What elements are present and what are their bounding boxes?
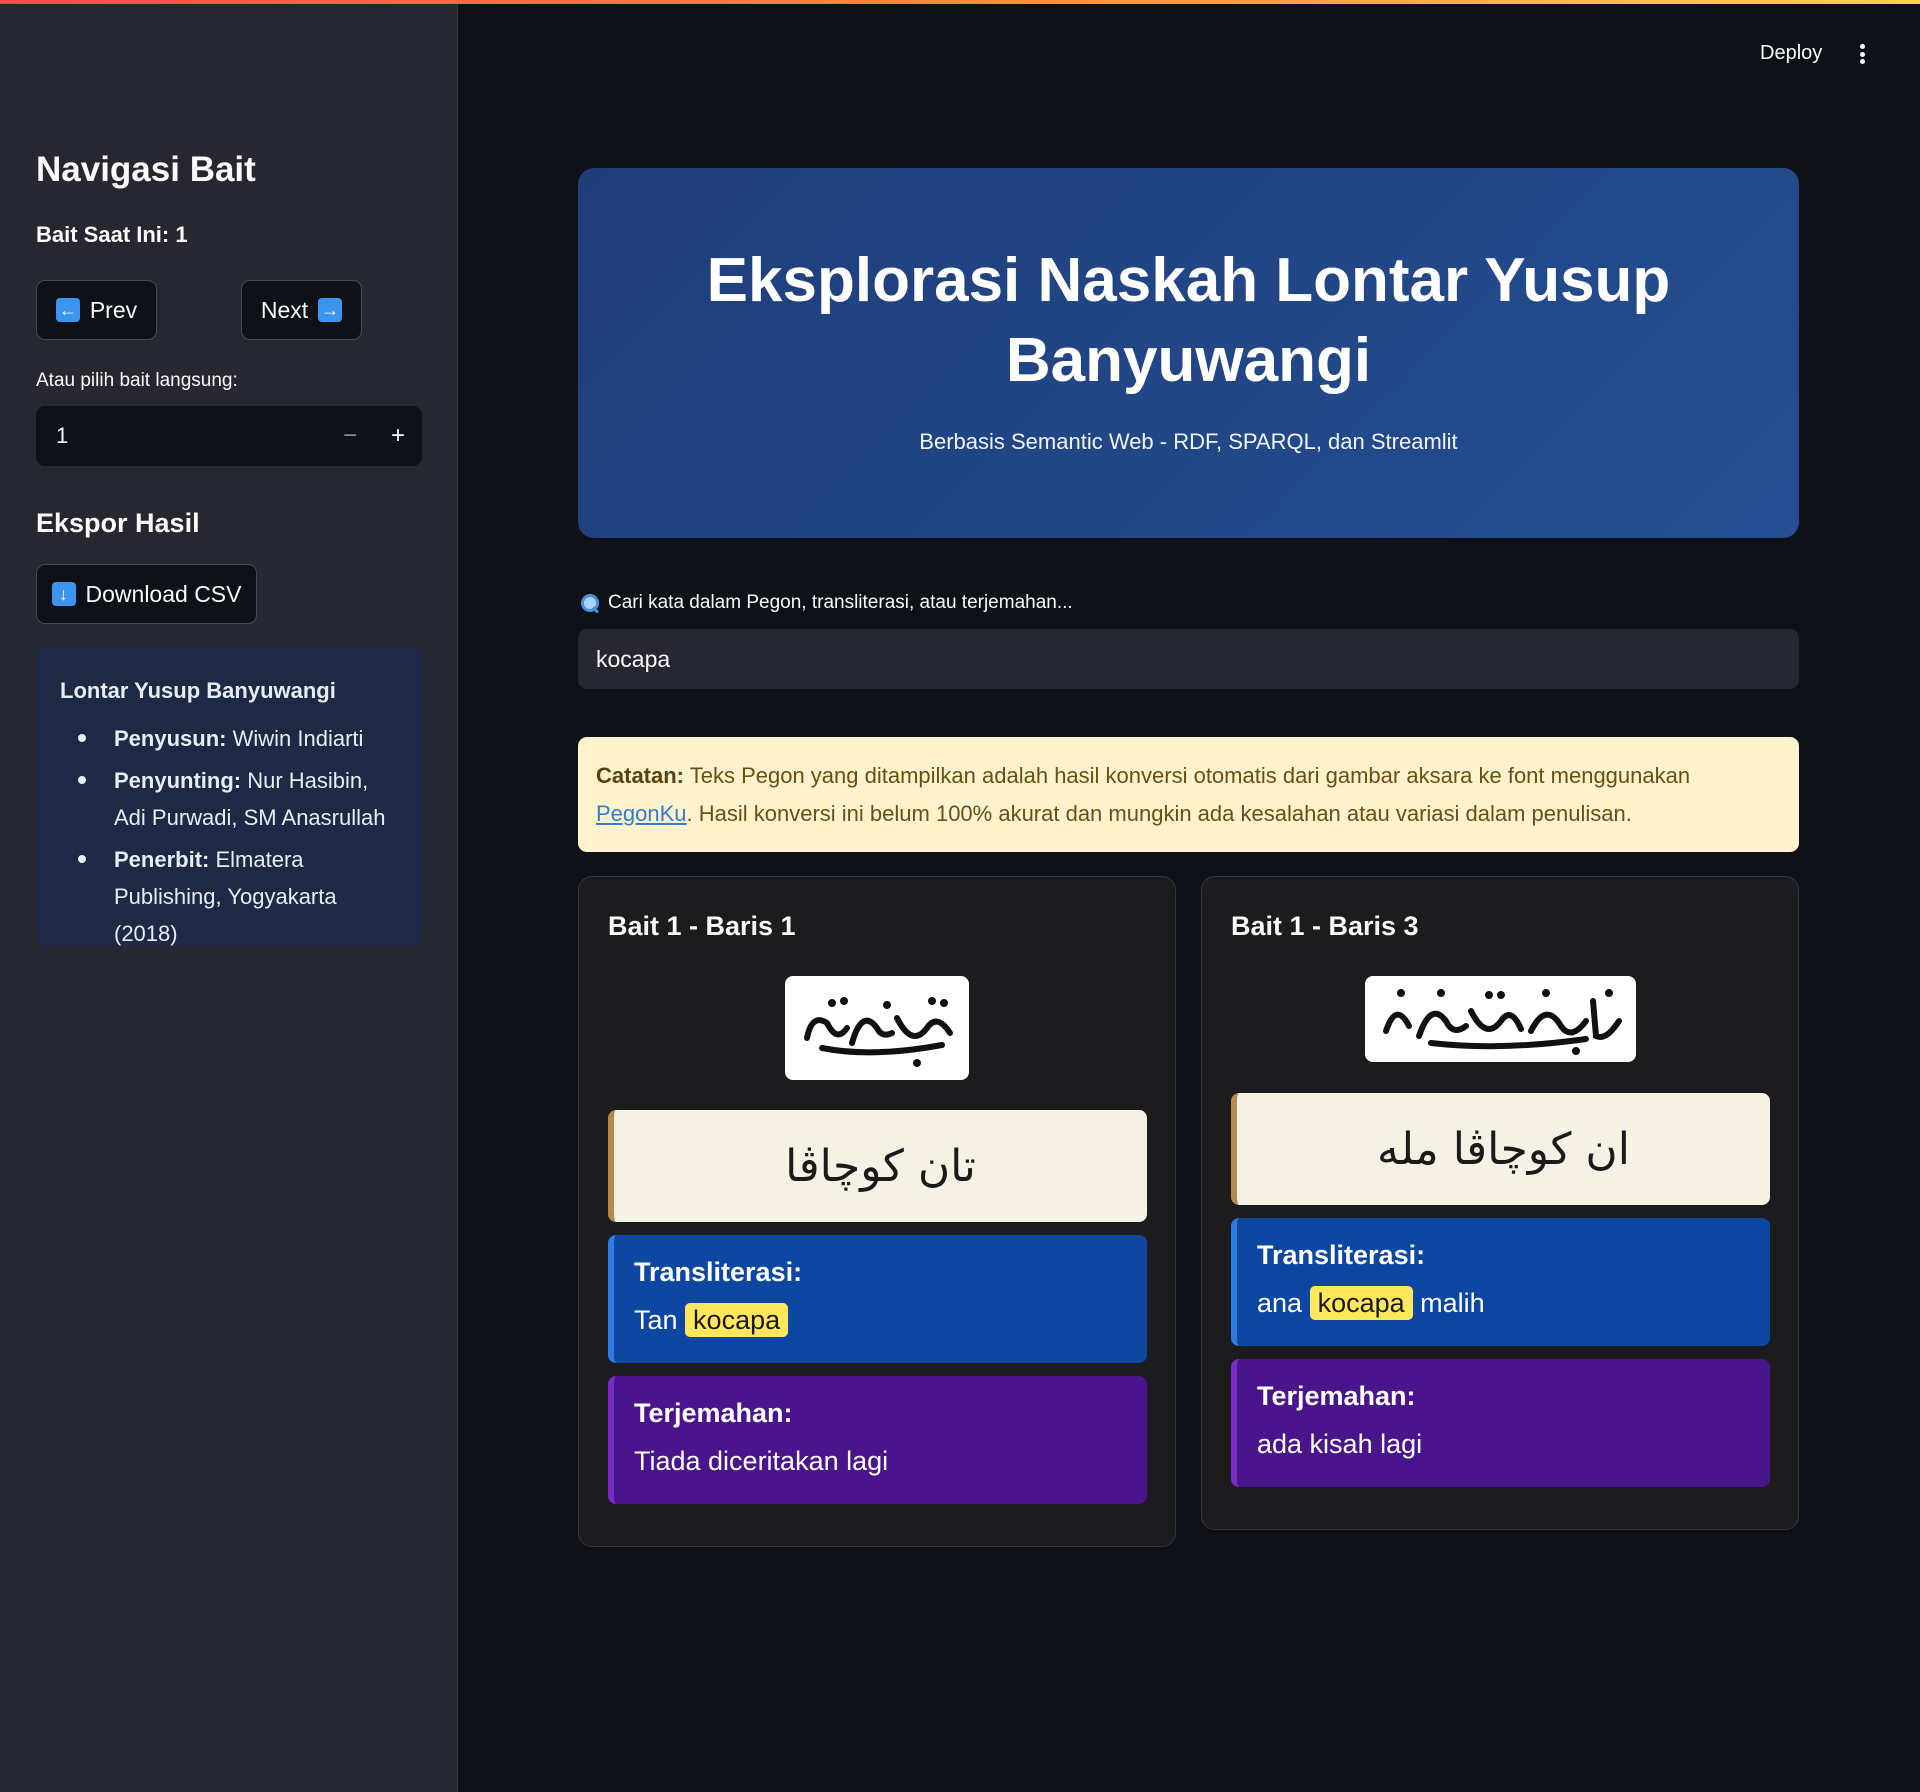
- search-input[interactable]: kocapa: [578, 629, 1799, 689]
- verse-number-input[interactable]: 1: [36, 423, 326, 449]
- verse-number-stepper: 1 − +: [36, 406, 422, 466]
- export-title: Ekspor Hasil: [36, 508, 200, 538]
- book-info-title: Lontar Yusup Banyuwangi: [60, 678, 336, 703]
- top-accent-bar: [0, 0, 1920, 4]
- kebab-menu-icon[interactable]: [1852, 40, 1872, 68]
- decrement-button[interactable]: −: [326, 406, 374, 466]
- transliteration-after: malih: [1412, 1288, 1485, 1318]
- pegon-text: تان كوچاڤا: [608, 1110, 1147, 1222]
- transliteration-box: Transliterasi: Tan kocapa: [608, 1235, 1147, 1363]
- page-title: Eksplorasi Naskah Lontar Yusup Banyuwang…: [706, 246, 1671, 395]
- sidebar-title: Navigasi Bait: [36, 150, 256, 189]
- current-verse-label: Bait Saat Ini: 1: [36, 222, 188, 247]
- deploy-button[interactable]: Deploy: [1760, 42, 1822, 65]
- manuscript-image: [1365, 976, 1636, 1062]
- translation-label: Terjemahan:: [634, 1398, 793, 1428]
- transliteration-text: ana kocapa malih: [1257, 1281, 1750, 1325]
- pegonku-link[interactable]: PegonKu: [596, 801, 687, 826]
- conversion-note: Catatan: Teks Pegon yang ditampilkan ada…: [578, 737, 1799, 852]
- list-item: Penyusun: Wiwin Indiarti: [60, 720, 398, 757]
- translation-text: Tiada diceritakan lagi: [634, 1446, 889, 1476]
- transliteration-label: Transliterasi:: [634, 1257, 803, 1287]
- page-subtitle: Berbasis Semantic Web - RDF, SPARQL, dan…: [919, 429, 1458, 454]
- list-item: Penyunting: Nur Hasibin, Adi Purwadi, SM…: [60, 762, 398, 836]
- card-title: Bait 1 - Baris 3: [1231, 911, 1419, 941]
- transliteration-box: Transliterasi: ana kocapa malih: [1231, 1218, 1770, 1346]
- right-arrow-icon: →: [318, 298, 343, 322]
- list-item: Penerbit: Elmatera Publishing, Yogyakart…: [60, 841, 398, 946]
- download-csv-button[interactable]: ↓ Download CSV: [36, 564, 257, 624]
- manuscript-script-image: [1382, 989, 1622, 1055]
- verse-select-label: Atau pilih bait langsung:: [36, 370, 238, 391]
- translation-text: ada kisah lagi: [1257, 1429, 1423, 1459]
- prev-button[interactable]: ← Prev: [36, 280, 157, 340]
- info-value: Wiwin Indiarti: [232, 726, 364, 751]
- download-csv-label: Download CSV: [85, 580, 242, 607]
- transliteration-label: Transliterasi:: [1257, 1240, 1426, 1270]
- search-label-text: Cari kata dalam Pegon, transliterasi, at…: [608, 592, 1073, 613]
- transliteration-before: Tan: [634, 1305, 686, 1335]
- transliteration-text: Tan kocapa: [634, 1298, 1127, 1342]
- note-text-before: Teks Pegon yang ditampilkan adalah hasil…: [684, 763, 1691, 788]
- verse-line-card: Bait 1 - Baris 1 تان كوچاڤا Transliteras…: [578, 876, 1176, 1547]
- down-arrow-icon: ↓: [51, 582, 76, 606]
- magnifier-icon: [580, 593, 600, 613]
- note-text-after: . Hasil konversi ini belum 100% akurat d…: [686, 801, 1632, 826]
- translation-box: Terjemahan: ada kisah lagi: [1231, 1359, 1770, 1487]
- increment-button[interactable]: +: [374, 406, 422, 466]
- search-highlight: kocapa: [1309, 1286, 1413, 1320]
- info-key: Penyusun:: [114, 726, 227, 751]
- sidebar: Navigasi Bait Bait Saat Ini: 1 ← Prev Ne…: [0, 0, 458, 1792]
- verse-line-card: Bait 1 - Baris 3 ان كوچاڤا مله Translite…: [1201, 876, 1799, 1530]
- prev-button-label: Prev: [89, 296, 138, 323]
- book-info-list: Penyusun: Wiwin Indiarti Penyunting: Nur…: [60, 720, 398, 946]
- pegon-text: ان كوچاڤا مله: [1231, 1093, 1770, 1205]
- hero-banner: Eksplorasi Naskah Lontar Yusup Banyuwang…: [578, 168, 1799, 538]
- card-title: Bait 1 - Baris 1: [608, 911, 796, 941]
- translation-label: Terjemahan:: [1257, 1381, 1416, 1411]
- transliteration-before: ana: [1257, 1288, 1310, 1318]
- translation-box: Terjemahan: Tiada diceritakan lagi: [608, 1376, 1147, 1504]
- search-label: Cari kata dalam Pegon, transliterasi, at…: [580, 592, 1073, 614]
- info-key: Penyunting:: [114, 768, 242, 793]
- manuscript-image: [785, 976, 969, 1080]
- note-bold: Catatan:: [596, 763, 685, 788]
- manuscript-script-image: [804, 997, 953, 1067]
- info-key: Penerbit:: [114, 847, 210, 872]
- left-arrow-icon: ←: [55, 298, 80, 322]
- book-info-box: Lontar Yusup Banyuwangi Penyusun: Wiwin …: [36, 648, 422, 946]
- next-button-label: Next: [260, 296, 309, 323]
- search-highlight: kocapa: [685, 1303, 789, 1337]
- next-button[interactable]: Next →: [241, 280, 362, 340]
